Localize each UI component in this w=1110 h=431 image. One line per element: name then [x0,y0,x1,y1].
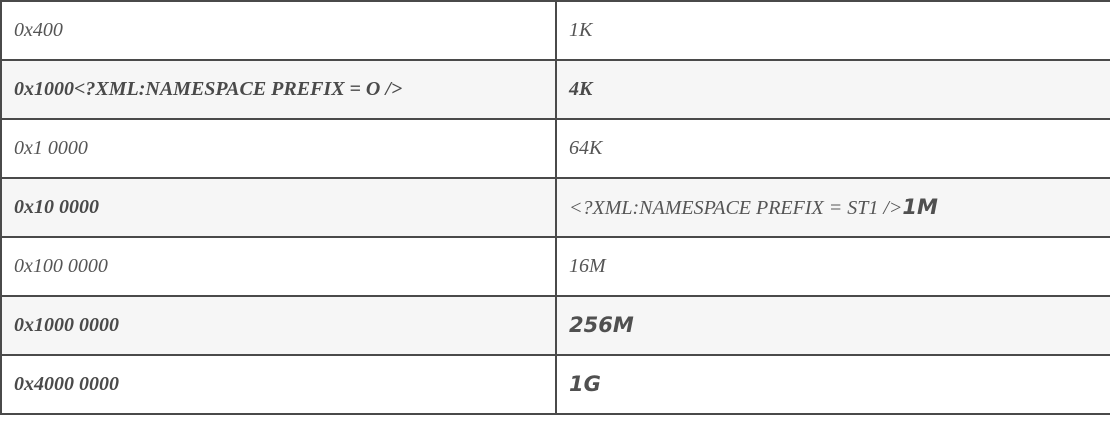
size-cell: <?XML:NAMESPACE PREFIX = ST1 />1M [555,177,1110,238]
address-cell: 0x400 [0,0,557,61]
size-cell: 1K [555,0,1110,61]
table-row: 0x1000 0000 256M [0,295,1110,356]
address-value: 0x10 0000 [14,196,99,218]
table-row: 0x400 1K [0,0,1110,61]
size-cell: 1G [555,354,1110,415]
size-value: 1K [569,19,593,41]
table-row: 0x10 0000 <?XML:NAMESPACE PREFIX = ST1 /… [0,177,1110,238]
address-value: 0x1000<?XML:NAMESPACE PREFIX = O /> [14,78,403,100]
address-value: 0x100 0000 [14,255,108,277]
address-size-table: 0x400 1K 0x1000<?XML:NAMESPACE PREFIX = … [0,0,1110,415]
table-row: 0x100 0000 16M [0,236,1110,297]
size-value: 4K [569,78,593,100]
address-cell: 0x1000<?XML:NAMESPACE PREFIX = O /> [0,59,557,120]
table-row: 0x1000<?XML:NAMESPACE PREFIX = O /> 4K [0,59,1110,120]
address-value: 0x1000 0000 [14,314,119,336]
address-cell: 0x1000 0000 [0,295,557,356]
address-value: 0x4000 0000 [14,373,119,395]
address-cell: 0x100 0000 [0,236,557,297]
size-cell: 64K [555,118,1110,179]
size-cell: 4K [555,59,1110,120]
size-value: 256M [569,313,634,337]
size-cell: 256M [555,295,1110,356]
address-value: 0x1 0000 [14,137,88,159]
size-value: 16M [569,255,606,277]
table-row: 0x1 0000 64K [0,118,1110,179]
size-cell: 16M [555,236,1110,297]
size-value: 1G [569,372,601,396]
address-cell: 0x4000 0000 [0,354,557,415]
table-row: 0x4000 0000 1G [0,354,1110,415]
address-cell: 0x1 0000 [0,118,557,179]
size-value: 1M [902,195,938,219]
size-value: 64K [569,137,603,159]
size-prefix-text: <?XML:NAMESPACE PREFIX = ST1 /> [569,197,903,219]
address-value: 0x400 [14,19,63,41]
address-cell: 0x10 0000 [0,177,557,238]
